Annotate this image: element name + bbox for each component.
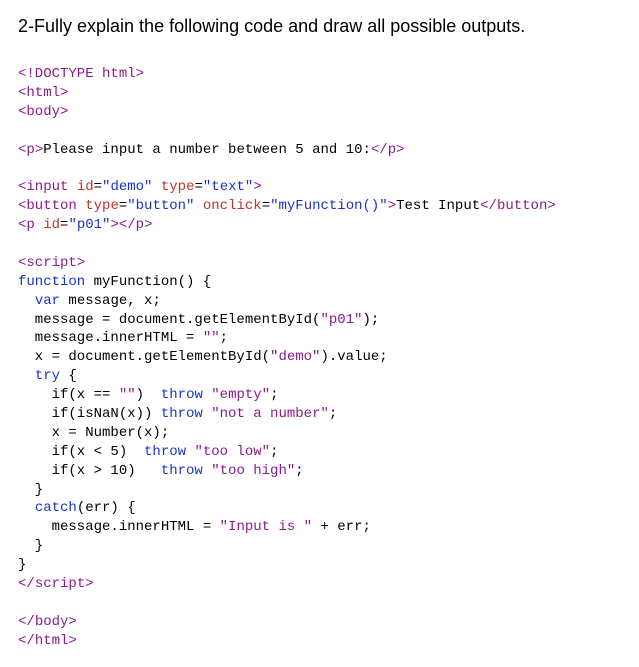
- str-toohigh: "too high": [211, 463, 295, 479]
- code-block: <!DOCTYPE html> <html> <body> <p>Please …: [18, 65, 621, 651]
- val-p01: "p01": [68, 217, 110, 233]
- kw-var: var: [35, 293, 60, 309]
- question-title: 2-Fully explain the following code and d…: [18, 16, 621, 37]
- html-close: </html>: [18, 633, 77, 649]
- body-close: </body>: [18, 614, 77, 630]
- val-onclick: "myFunction()": [270, 198, 388, 214]
- attr-id2: id: [43, 217, 60, 233]
- kw-function: function: [18, 274, 85, 290]
- str-demo: "demo": [270, 349, 320, 365]
- attr-type2: type: [85, 198, 119, 214]
- str-empty2: "": [119, 387, 136, 403]
- p2-tag-open: <p: [18, 217, 35, 233]
- attr-type: type: [161, 179, 195, 195]
- kw-throw3: throw: [144, 444, 186, 460]
- p-close: </p>: [371, 142, 405, 158]
- script-open: <script>: [18, 255, 85, 271]
- str-empty1: "": [203, 330, 220, 346]
- button-tag-open: <button: [18, 198, 77, 214]
- str-toolow: "too low": [194, 444, 270, 460]
- attr-onclick: onclick: [203, 198, 262, 214]
- val-button: "button": [127, 198, 194, 214]
- str-inputis: "Input is ": [220, 519, 312, 535]
- p-open: <p>: [18, 142, 43, 158]
- p2-tag-close: </p>: [119, 217, 153, 233]
- str-nan: "not a number": [211, 406, 329, 422]
- kw-throw1: throw: [161, 387, 203, 403]
- button-tag-close: </button>: [480, 198, 556, 214]
- val-demo: "demo": [102, 179, 152, 195]
- kw-throw4: throw: [161, 463, 203, 479]
- str-empty-msg: "empty": [211, 387, 270, 403]
- val-text: "text": [203, 179, 253, 195]
- str-p01: "p01": [320, 312, 362, 328]
- kw-try: try: [35, 368, 60, 384]
- html-open: <html>: [18, 85, 68, 101]
- kw-throw2: throw: [161, 406, 203, 422]
- body-open: <body>: [18, 104, 68, 120]
- kw-catch: catch: [35, 500, 77, 516]
- p-text: Please input a number between 5 and 10:: [43, 142, 371, 158]
- button-text: Test Input: [396, 198, 480, 214]
- input-tag-open: <input: [18, 179, 68, 195]
- doctype: <!DOCTYPE html>: [18, 66, 144, 82]
- script-close: </script>: [18, 576, 94, 592]
- attr-id: id: [77, 179, 94, 195]
